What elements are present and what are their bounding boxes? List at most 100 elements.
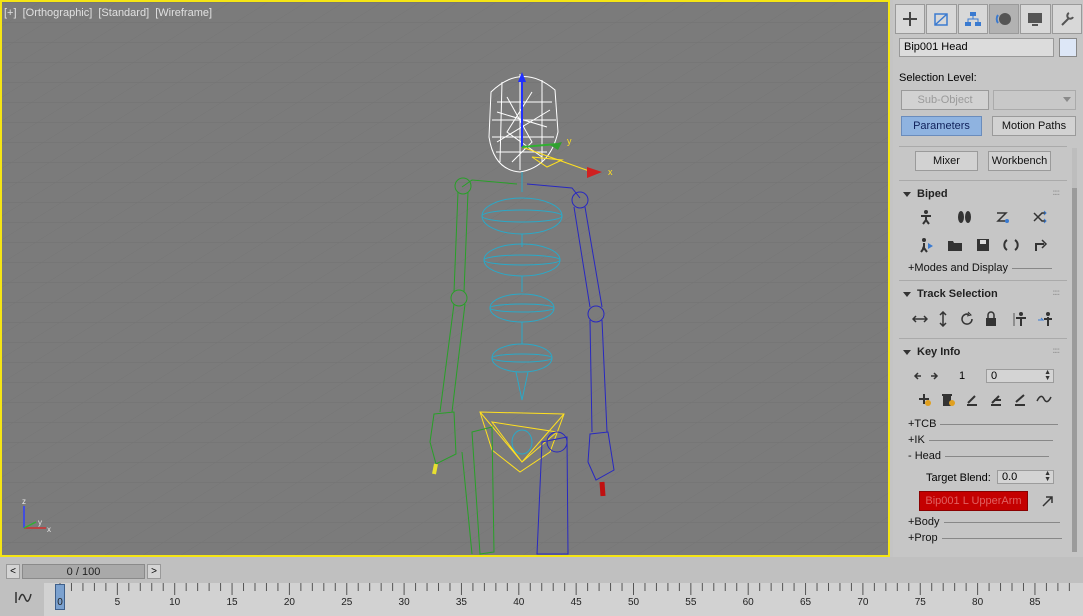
set-planted-key-button[interactable] [962, 389, 982, 409]
viewport-shading-standard[interactable]: [Standard] [98, 7, 149, 19]
key-time-spinner[interactable]: 0 ▲ ▼ [986, 369, 1054, 383]
time-slider[interactable]: 0 / 100 [22, 564, 145, 579]
target-blend-spinner[interactable]: 0.0 ▲ ▼ [997, 470, 1054, 484]
target-blend-label: Target Blend: [926, 472, 991, 484]
ik-subrollout[interactable]: +IK [908, 434, 1053, 446]
workbench-button[interactable]: Workbench [988, 151, 1051, 171]
biped-head[interactable] [488, 74, 559, 173]
next-key-button[interactable] [927, 366, 947, 386]
motion-flow-mode-button[interactable] [992, 207, 1012, 227]
body-horizontal-button[interactable] [910, 309, 930, 329]
lock-icon [986, 311, 996, 326]
arrow-up-right-icon [1042, 496, 1053, 507]
modes-display-subrollout[interactable]: +Modes and Display [908, 262, 1052, 274]
drag-handle-icon[interactable]: :::: [1052, 288, 1060, 297]
tcb-subrollout[interactable]: +TCB [908, 418, 1059, 430]
head-subrollout[interactable]: - Head [908, 450, 1050, 462]
panel-scrollbar-thumb[interactable] [1072, 188, 1077, 552]
tab-motion[interactable] [988, 4, 1020, 34]
save-file-button[interactable] [973, 235, 993, 255]
trackbar-tick-label: 25 [341, 597, 353, 608]
tcb-label: +TCB [908, 418, 937, 430]
arrow-right-icon [931, 372, 939, 380]
timeline-area: < 0 / 100 > 0 5 10 15 20 25 30 35 40 45 50 55 60 65 70… [0, 557, 1083, 616]
body-rotation-button[interactable] [957, 309, 977, 329]
biped-rollout-header[interactable]: Biped :::: [899, 186, 1067, 202]
tab-modify[interactable] [926, 4, 957, 34]
trackbar-ticks [59, 583, 1070, 595]
viewport-view-label[interactable]: [Orthographic] [23, 7, 93, 19]
figure-mode-button[interactable] [916, 207, 936, 227]
delete-key-button[interactable] [938, 389, 958, 409]
hierarchy-icon [964, 12, 981, 26]
tab-hierarchy[interactable] [957, 4, 988, 34]
set-free-key-button[interactable] [1010, 389, 1030, 409]
biped-spine[interactable] [481, 172, 563, 455]
trajectories-button[interactable] [1034, 389, 1054, 409]
sub-object-button[interactable]: Sub-Object [901, 90, 989, 110]
key-time-value: 0 [991, 370, 998, 382]
axis-y-label: y [38, 518, 42, 527]
chevron-down-icon [1063, 97, 1071, 102]
spinner-arrows-icon[interactable]: ▲ ▼ [1044, 369, 1051, 382]
plus-icon [903, 12, 918, 26]
viewport-menu-plus[interactable]: [+] [4, 7, 17, 19]
transform-gizmo[interactable]: y x [518, 72, 613, 178]
track-selection-title: Track Selection [917, 288, 998, 300]
trackbar[interactable] [44, 583, 1083, 616]
motion-paths-button[interactable]: Motion Paths [992, 116, 1076, 136]
drag-handle-icon[interactable]: :::: [1052, 346, 1060, 355]
select-target-arrow-button[interactable] [1038, 491, 1058, 511]
symmetrical-button[interactable] [1011, 309, 1031, 329]
object-name-field[interactable]: Bip001 Head [899, 38, 1054, 57]
symmetrical-icon [1013, 312, 1026, 326]
parameters-button[interactable]: Parameters [901, 116, 982, 136]
biped-left-arm[interactable] [429, 177, 518, 555]
curve-editor-button[interactable] [14, 588, 34, 606]
trackbar-tick-label: 5 [114, 597, 121, 608]
tab-create[interactable] [895, 4, 926, 34]
set-sliding-key-button[interactable] [986, 389, 1006, 409]
object-color-swatch[interactable] [1059, 38, 1077, 57]
tab-display[interactable] [1020, 4, 1051, 34]
biped-wireframe[interactable]: y x [2, 2, 888, 555]
trackbar-tick-label: 35 [455, 597, 467, 608]
mixer-button[interactable]: Mixer [915, 151, 978, 171]
load-file-button[interactable] [945, 235, 965, 255]
vertical-arrows-icon [939, 311, 947, 327]
mixer-mode-button[interactable] [1030, 207, 1050, 227]
viewport-label[interactable]: [+] [Orthographic] [Standard] [Wireframe… [4, 7, 215, 19]
footstep-mode-button[interactable] [954, 207, 974, 227]
modify-icon [934, 13, 949, 26]
spinner-arrows-icon[interactable]: ▲ ▼ [1044, 470, 1051, 483]
body-subrollout[interactable]: +Body [908, 516, 1060, 528]
prop-subrollout[interactable]: +Prop [908, 532, 1062, 544]
drag-handle-icon[interactable]: :::: [1052, 188, 1060, 197]
ik-label: +IK [908, 434, 925, 446]
biped-playback-button[interactable] [916, 235, 936, 255]
body-vertical-button[interactable] [933, 309, 953, 329]
set-key-button[interactable] [915, 389, 935, 409]
convert-button[interactable] [1001, 235, 1021, 255]
prop-label: +Prop [908, 532, 938, 544]
trackbar-tick-label: 30 [398, 597, 410, 608]
set-key-icon [919, 394, 931, 406]
tab-utilities[interactable] [1051, 4, 1082, 34]
track-selection-header[interactable]: Track Selection :::: [899, 286, 1067, 302]
sub-object-dropdown[interactable] [993, 90, 1076, 110]
opposite-button[interactable] [1035, 309, 1055, 329]
time-slider-next-button[interactable]: > [147, 564, 161, 579]
trackbar-tick-label: 85 [1029, 597, 1041, 608]
viewport-shading-wireframe[interactable]: [Wireframe] [155, 7, 212, 19]
target-blend-value: 0.0 [1002, 471, 1018, 483]
trackbar-tick-label: 75 [914, 597, 926, 608]
lock-com-button[interactable] [981, 309, 1001, 329]
select-pivot-target-button[interactable]: Bip001 L UpperArm [919, 491, 1028, 511]
panel-divider [899, 146, 1067, 147]
move-all-mode-button[interactable] [1030, 235, 1050, 255]
trackbar-tick-label: 0 [57, 597, 63, 608]
playback-icon [920, 238, 933, 253]
viewport-orthographic[interactable]: y x [+] [Orthographic] [Standard] [Wiref… [0, 0, 890, 557]
key-info-header[interactable]: Key Info :::: [899, 344, 1067, 360]
time-slider-prev-button[interactable]: < [6, 564, 20, 579]
